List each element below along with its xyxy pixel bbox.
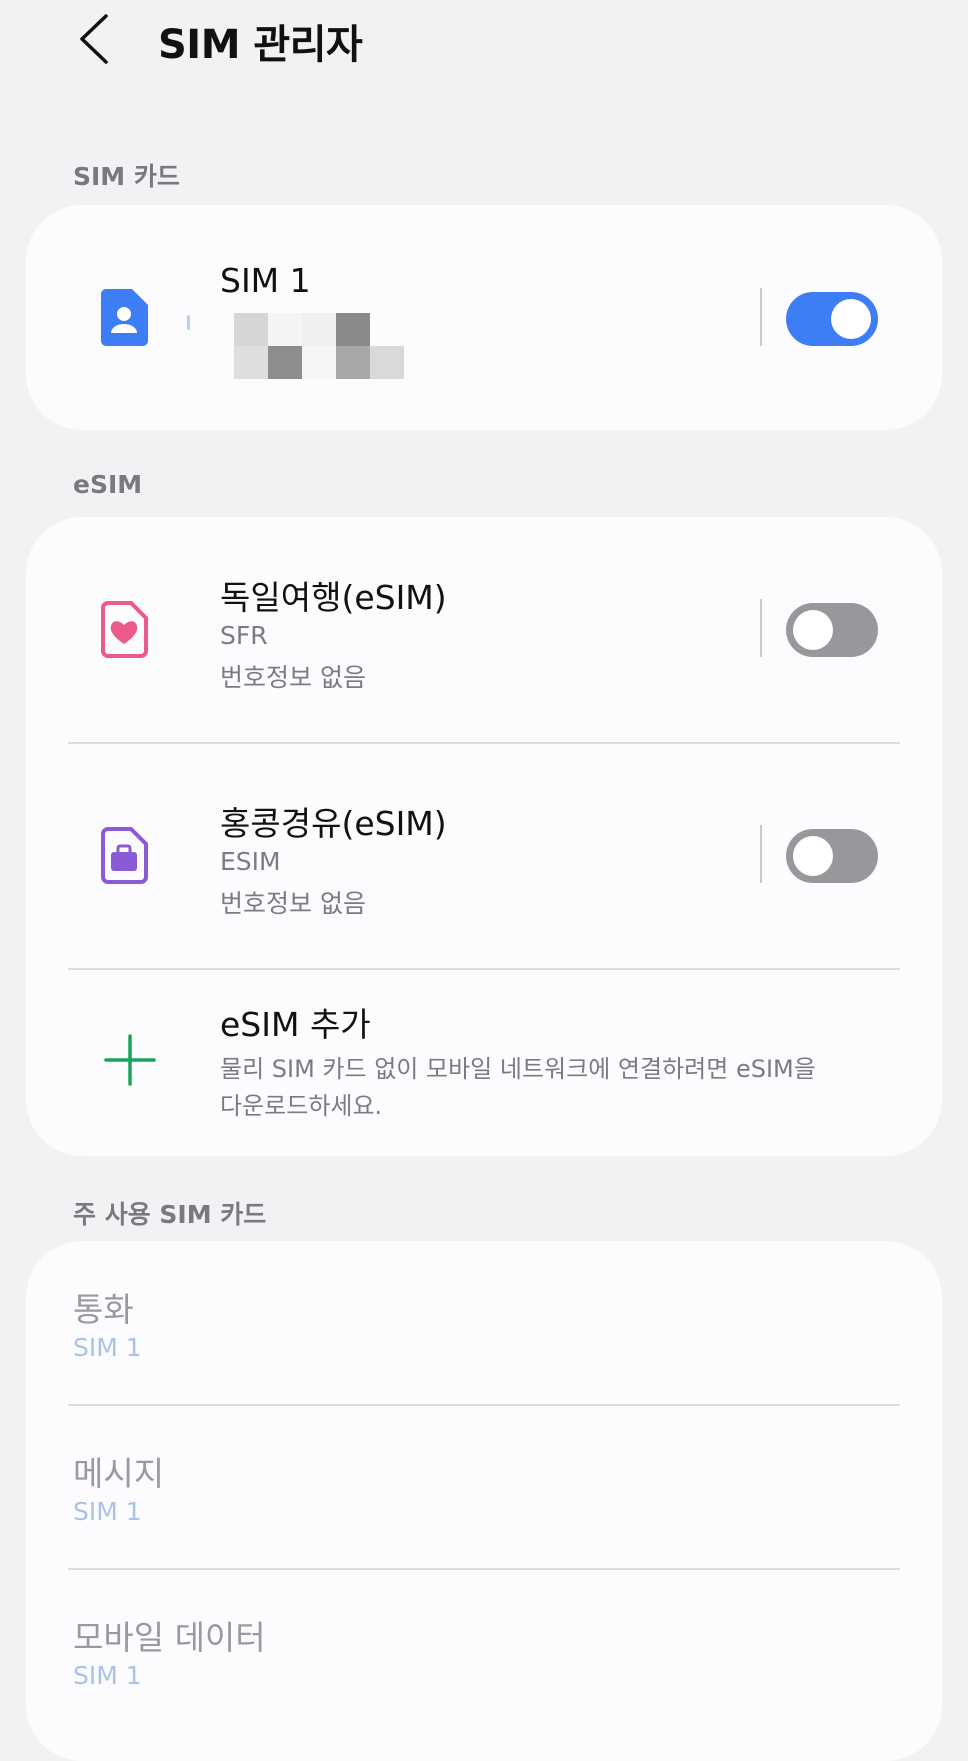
esim-row-hongkong[interactable]: 홍콩경유(eSIM) ESIM 번호정보 없음	[26, 743, 942, 968]
sim-1-divider	[760, 288, 762, 346]
primary-calls-title: 통화	[73, 1290, 134, 1329]
esim-hongkong-number: 번호정보 없음	[220, 889, 366, 918]
esim-hongkong-name: 홍콩경유(eSIM)	[220, 804, 447, 843]
app-header: SIM 관리자	[0, 0, 968, 80]
add-esim-row[interactable]: eSIM 추가 물리 SIM 카드 없이 모바일 네트워크에 연결하려면 eSI…	[26, 969, 942, 1156]
back-button[interactable]	[66, 8, 122, 70]
toggle-knob	[793, 836, 833, 876]
section-label-esim: eSIM	[73, 470, 143, 499]
sim-card-panel: SIM 1	[26, 205, 942, 430]
esim-germany-carrier: SFR	[220, 621, 268, 650]
esim-germany-number: 번호정보 없음	[220, 663, 366, 692]
esim-hongkong-divider	[760, 825, 762, 883]
page-title: SIM 관리자	[158, 22, 363, 68]
signal-mark-icon	[187, 315, 190, 330]
briefcase-sim-icon	[94, 824, 154, 886]
esim-germany-toggle[interactable]	[786, 603, 878, 657]
primary-messages-row[interactable]: 메시지 SIM 1	[26, 1405, 942, 1568]
sim-1-name: SIM 1	[220, 261, 311, 300]
sim-card-icon	[94, 286, 154, 348]
sim-1-row[interactable]: SIM 1	[26, 205, 942, 430]
sim-1-toggle[interactable]	[786, 292, 878, 346]
add-esim-description-line1: 물리 SIM 카드 없이 모바일 네트워크에 연결하려면 eSIM을	[220, 1055, 816, 1083]
esim-germany-name: 독일여행(eSIM)	[220, 578, 447, 617]
primary-data-title: 모바일 데이터	[73, 1618, 266, 1657]
section-label-primary-sim: 주 사용 SIM 카드	[73, 1200, 267, 1229]
toggle-knob	[831, 299, 871, 339]
primary-calls-row[interactable]: 통화 SIM 1	[26, 1241, 942, 1404]
primary-calls-value: SIM 1	[73, 1333, 142, 1362]
primary-sim-panel: 통화 SIM 1 메시지 SIM 1 모바일 데이터 SIM 1	[26, 1241, 942, 1761]
esim-hongkong-carrier: ESIM	[220, 847, 281, 876]
esim-hongkong-toggle[interactable]	[786, 829, 878, 883]
primary-messages-value: SIM 1	[73, 1497, 142, 1526]
toggle-knob	[793, 610, 833, 650]
section-label-sim-card: SIM 카드	[73, 162, 180, 191]
add-esim-description-line2: 다운로드하세요.	[220, 1092, 383, 1120]
chevron-left-icon	[80, 14, 108, 64]
primary-data-row[interactable]: 모바일 데이터 SIM 1	[26, 1569, 942, 1732]
sim-1-number-redacted	[234, 313, 410, 379]
esim-germany-divider	[760, 599, 762, 657]
add-esim-title: eSIM 추가	[220, 1005, 371, 1044]
heart-sim-icon	[94, 598, 154, 660]
esim-row-germany[interactable]: 독일여행(eSIM) SFR 번호정보 없음	[26, 517, 942, 742]
plus-icon	[100, 1029, 160, 1091]
esim-panel: 독일여행(eSIM) SFR 번호정보 없음 홍콩경유(eSIM) ESIM 번…	[26, 517, 942, 1156]
primary-data-value: SIM 1	[73, 1661, 142, 1690]
primary-messages-title: 메시지	[73, 1454, 165, 1493]
